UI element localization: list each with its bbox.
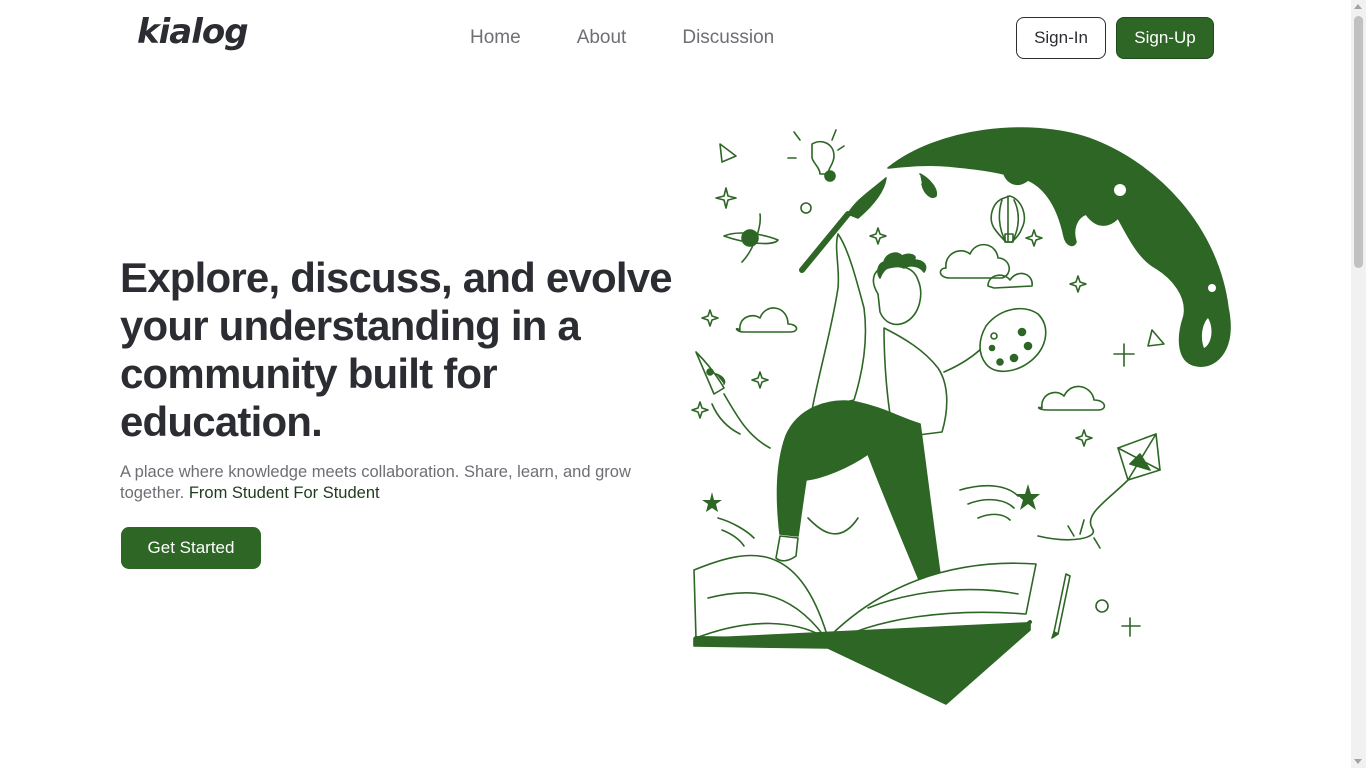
scroll-up-icon[interactable] bbox=[1354, 4, 1362, 9]
signin-button[interactable]: Sign-In bbox=[1016, 17, 1106, 59]
nav-links: Home About Discussion bbox=[470, 27, 774, 49]
signup-button[interactable]: Sign-Up bbox=[1116, 17, 1214, 59]
nav-link-home[interactable]: Home bbox=[470, 27, 521, 49]
student-painting-illustration bbox=[691, 127, 1231, 705]
page-scrollbar[interactable] bbox=[1351, 0, 1366, 768]
nav-link-discussion[interactable]: Discussion bbox=[682, 27, 774, 49]
hero-title: Explore, discuss, and evolve your unders… bbox=[120, 254, 673, 445]
scroll-down-icon[interactable] bbox=[1354, 759, 1362, 764]
get-started-button[interactable]: Get Started bbox=[121, 527, 261, 569]
logo[interactable]: kialog bbox=[137, 12, 249, 52]
hero-tagline: From Student For Student bbox=[188, 484, 380, 502]
hero-subtitle: A place where knowledge meets collaborat… bbox=[120, 462, 680, 504]
nav-link-about[interactable]: About bbox=[577, 27, 627, 49]
navbar: kialog Home About Discussion Sign-In Sig… bbox=[0, 0, 1351, 78]
scrollbar-thumb[interactable] bbox=[1354, 16, 1363, 268]
